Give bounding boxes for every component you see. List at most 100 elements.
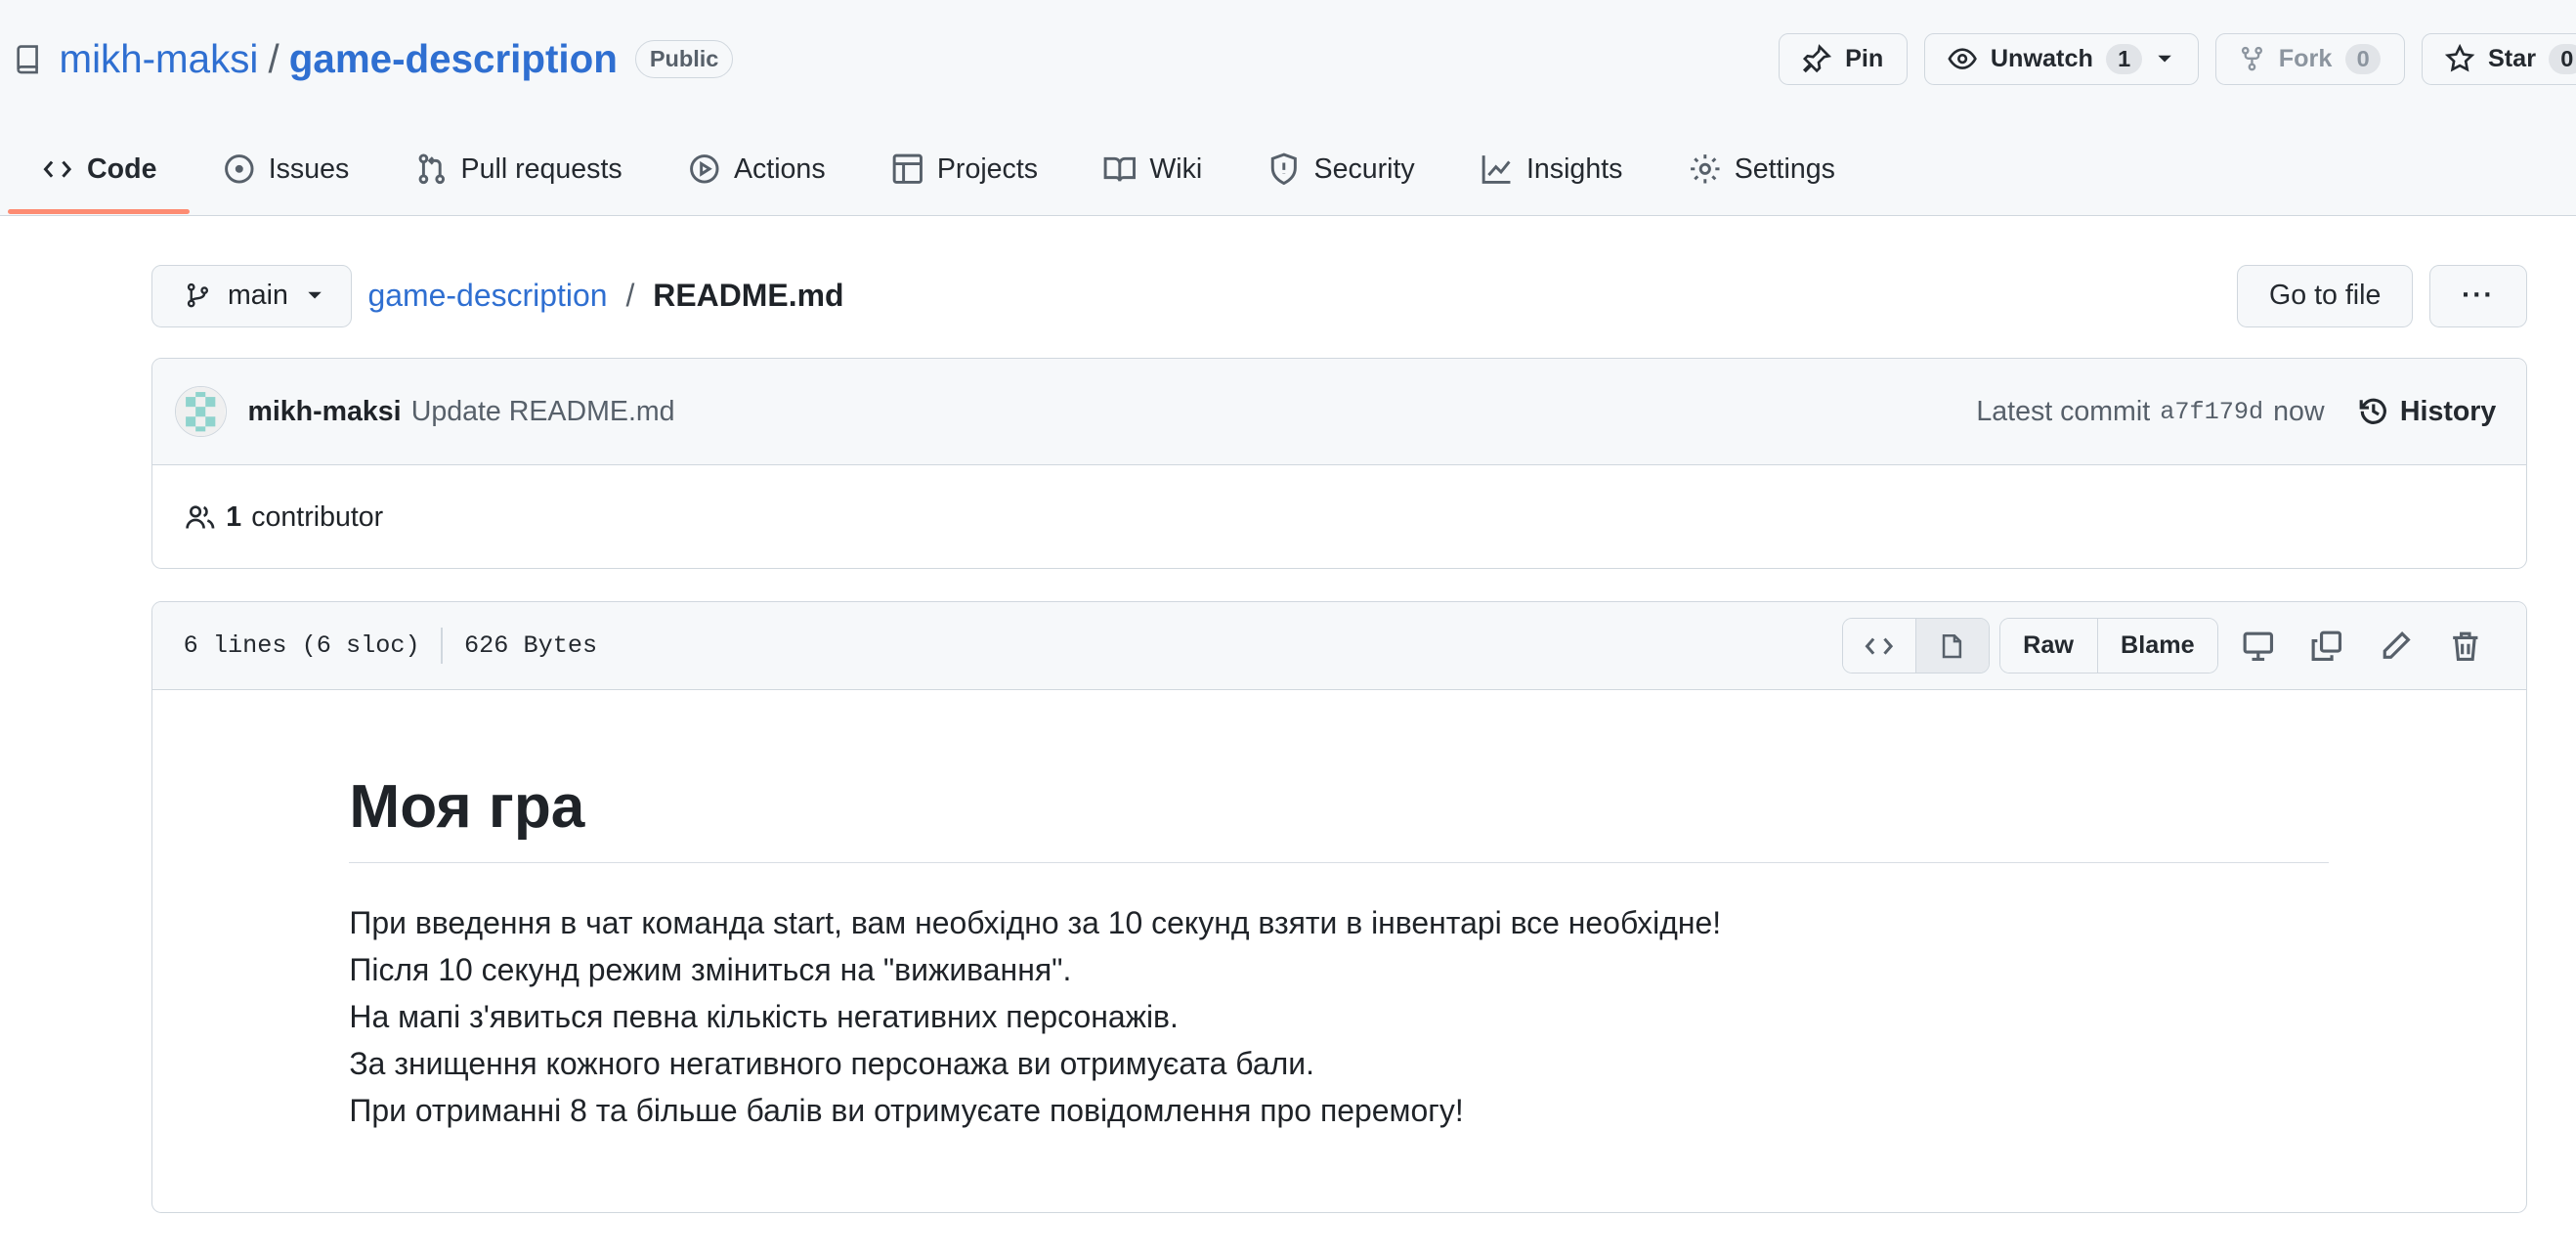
contributor-count: 1 — [226, 500, 242, 533]
readme-line: Після 10 секунд режим зміниться на "вижи… — [349, 951, 1072, 987]
branch-icon — [185, 281, 211, 310]
commit-time: now — [2273, 395, 2325, 427]
view-toggle — [1841, 618, 1990, 674]
commit-author[interactable]: mikh-maksi — [247, 396, 401, 428]
file-navigation: main game-description / README.md Go to … — [150, 263, 2527, 328]
tab-code[interactable]: Code — [8, 128, 191, 214]
visibility-badge: Public — [635, 39, 733, 79]
tab-label: Wiki — [1149, 152, 1203, 185]
breadcrumb-separator: / — [625, 278, 635, 314]
tab-label: Actions — [733, 152, 826, 185]
file-header: 6 lines (6 sloc) 626 Bytes Raw Blame — [151, 602, 2526, 691]
watch-counter: 1 — [2106, 44, 2142, 74]
tab-wiki[interactable]: Wiki — [1071, 128, 1235, 210]
latest-commit-label: Latest commit — [1976, 395, 2151, 427]
issue-icon — [223, 152, 256, 186]
pin-icon — [1802, 44, 1832, 73]
repo-header: mikh-maksi / game-description Public Pin… — [0, 0, 2576, 217]
readme-line: На мапі з'явиться певна кількість негати… — [349, 998, 1179, 1034]
fork-button[interactable]: Fork 0 — [2214, 32, 2405, 86]
table-icon — [891, 152, 924, 186]
code-icon — [41, 154, 74, 184]
file-icon — [1939, 631, 1965, 661]
commit-message[interactable]: Update README.md — [411, 396, 675, 428]
latest-commit-row: mikh-maksi Update README.md Latest commi… — [151, 359, 2526, 466]
commit-sha[interactable]: a7f179d — [2160, 398, 2263, 426]
fork-label: Fork — [2278, 45, 2333, 72]
repo-icon — [13, 43, 42, 76]
star-button[interactable]: Star 0 — [2421, 32, 2576, 86]
graph-icon — [1481, 152, 1514, 186]
readme-line: При отриманні 8 та більше балів ви отрим… — [349, 1092, 1464, 1128]
fork-counter: 0 — [2344, 44, 2382, 74]
repo-owner-link[interactable]: mikh-maksi — [59, 36, 258, 82]
tab-actions[interactable]: Actions — [655, 128, 858, 210]
repo-tabs: Code Issues Pull requests Actions Projec… — [8, 128, 1868, 215]
tab-label: Insights — [1525, 152, 1623, 185]
eye-icon — [1948, 44, 1977, 73]
tab-security[interactable]: Security — [1235, 128, 1447, 210]
raw-blame-group: Raw Blame — [1998, 618, 2219, 674]
avatar[interactable] — [175, 386, 227, 438]
star-icon — [2445, 44, 2475, 73]
file-tools: Raw Blame — [1841, 618, 2495, 674]
rendered-view-button[interactable] — [1914, 619, 1989, 673]
gear-icon — [1689, 152, 1722, 186]
unwatch-button[interactable]: Unwatch 1 — [1923, 32, 2200, 86]
pin-button[interactable]: Pin — [1778, 32, 1908, 86]
readme-content: Моя гра При введення в чат команда start… — [152, 690, 2526, 1134]
copy-icon[interactable] — [2297, 618, 2357, 673]
readme-line: За знищення кожного негативного персонаж… — [349, 1045, 1314, 1081]
tab-projects[interactable]: Projects — [858, 128, 1070, 210]
commit-box: mikh-maksi Update README.md Latest commi… — [150, 358, 2527, 569]
file-lines: 6 lines (6 sloc) — [183, 631, 420, 661]
contributor-label: contributor — [251, 500, 384, 533]
star-label: Star — [2487, 45, 2536, 72]
chevron-down-icon[interactable] — [2155, 49, 2174, 68]
fork-icon — [2239, 44, 2265, 73]
readme-line: При введення в чат команда start, вам не… — [349, 904, 1722, 940]
tab-settings[interactable]: Settings — [1655, 128, 1868, 210]
repo-name-link[interactable]: game-description — [289, 36, 618, 82]
desktop-icon[interactable] — [2228, 618, 2288, 673]
trash-icon[interactable] — [2435, 618, 2495, 673]
unwatch-label: Unwatch — [1990, 45, 2093, 72]
pencil-icon[interactable] — [2367, 618, 2426, 673]
more-options-button[interactable]: ··· — [2429, 264, 2527, 327]
tab-label: Settings — [1734, 152, 1835, 185]
history-icon — [2357, 395, 2390, 428]
tab-pull-requests[interactable]: Pull requests — [382, 128, 655, 210]
branch-selector[interactable]: main — [150, 264, 352, 327]
tab-label: Security — [1313, 152, 1415, 185]
tab-label: Pull requests — [460, 152, 623, 185]
book-icon — [1103, 152, 1137, 186]
pin-label: Pin — [1845, 45, 1884, 72]
breadcrumb-file: README.md — [653, 278, 844, 314]
tab-label: Projects — [936, 152, 1039, 185]
tab-issues[interactable]: Issues — [190, 128, 382, 210]
breadcrumb-repo-link[interactable]: game-description — [368, 278, 608, 313]
contributors-row[interactable]: 1 contributor — [152, 465, 2526, 569]
readme-paragraph: При введення в чат команда start, вам не… — [349, 899, 2328, 1134]
star-counter: 0 — [2549, 44, 2576, 74]
history-label: History — [2399, 395, 2497, 427]
chevron-down-icon — [305, 285, 324, 305]
blame-button[interactable]: Blame — [2096, 619, 2218, 673]
people-icon — [184, 502, 217, 532]
source-view-button[interactable] — [1842, 619, 1915, 673]
history-link[interactable]: History — [2357, 395, 2496, 428]
raw-button[interactable]: Raw — [1999, 619, 2097, 673]
play-icon — [688, 152, 721, 186]
repo-actions: Pin Unwatch 1 Fork 0 Star 0 — [1778, 32, 2576, 86]
breadcrumb: game-description / README.md — [368, 278, 844, 314]
file-meta: 6 lines (6 sloc) 626 Bytes — [183, 628, 598, 665]
tab-label: Code — [87, 152, 157, 185]
tab-label: Issues — [268, 152, 350, 185]
readme-heading: Моя гра — [349, 772, 2329, 863]
file-view: 6 lines (6 sloc) 626 Bytes Raw Blame Моя… — [150, 601, 2527, 1213]
tab-insights[interactable]: Insights — [1447, 128, 1655, 210]
shield-icon — [1267, 152, 1301, 186]
file-size: 626 Bytes — [463, 631, 598, 661]
code-icon — [1863, 631, 1896, 661]
go-to-file-button[interactable]: Go to file — [2237, 264, 2414, 327]
